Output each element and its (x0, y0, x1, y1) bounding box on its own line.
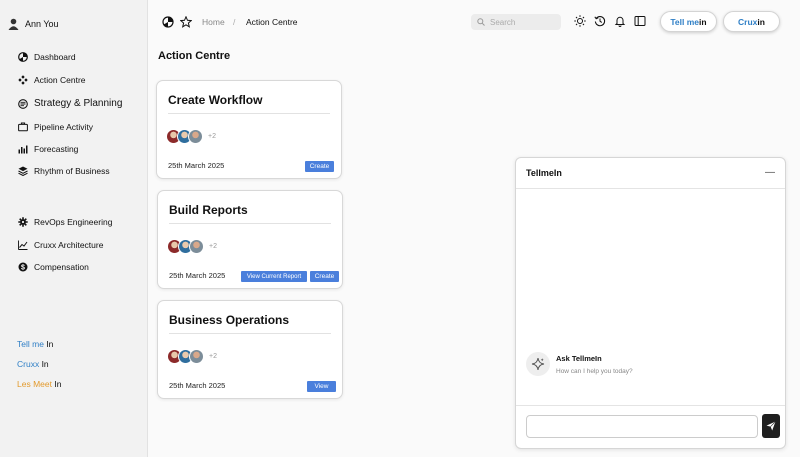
sidebar: Ann You Dashboard Action Centre Strategy… (0, 0, 148, 457)
ask-title: Ask TellmeIn (556, 353, 602, 363)
tellmein-pill-button[interactable]: Tell me in (660, 11, 717, 32)
sidebar-item-label: Dashboard (34, 52, 76, 62)
cruxxin-link[interactable]: Cruxx In (17, 359, 49, 369)
avatar (189, 349, 204, 364)
sidebar-item-label: Strategy & Planning (34, 98, 123, 109)
link-brand: Les Meet (17, 379, 52, 389)
sidebar-item-cruxx-architecture[interactable]: Cruxx Architecture (18, 240, 103, 250)
cruxin-pill-button[interactable]: Crux in (723, 11, 780, 32)
link-brand: Cruxx (17, 359, 40, 369)
send-icon (766, 421, 776, 431)
star-icon[interactable] (180, 16, 192, 28)
breadcrumb-home[interactable]: Home (202, 17, 225, 27)
create-button[interactable]: Create (305, 161, 334, 172)
sidebar-item-label: RevOps Engineering (34, 217, 113, 227)
search-box[interactable] (471, 14, 561, 30)
sidebar-item-label: Compensation (34, 262, 89, 272)
search-icon (477, 18, 485, 26)
ask-subtitle: How can I help you today? (556, 367, 633, 375)
view-current-report-button[interactable]: View Current Report (241, 271, 307, 282)
pill-suffix: in (757, 16, 765, 27)
bell-icon[interactable] (614, 15, 626, 27)
create-button[interactable]: Create (310, 271, 339, 282)
page-title: Action Centre (158, 50, 231, 62)
link-suffix: In (39, 359, 49, 369)
card-build-reports: Build Reports +2 25th March 2025 View Cu… (157, 190, 343, 289)
breadcrumb-current: Action Centre (246, 17, 298, 27)
tellmein-chat-panel: TellmeIn — Ask TellmeIn How can I help y… (515, 157, 786, 449)
avatar-group: +2 (166, 129, 216, 144)
sidebar-item-action-centre[interactable]: Action Centre (18, 75, 86, 85)
sidebar-item-rhythm-of-business[interactable]: Rhythm of Business (18, 166, 110, 176)
avatar (189, 239, 204, 254)
chat-header-divider (516, 188, 785, 189)
sidebar-item-label: Forecasting (34, 144, 79, 154)
theme-toggle-icon[interactable] (162, 16, 174, 28)
link-brand: Tell me (17, 339, 44, 349)
strategy-icon (18, 98, 28, 109)
more-count: +2 (209, 243, 217, 250)
card-date: 25th March 2025 (168, 161, 225, 170)
avatar (8, 18, 19, 30)
user-name: Ann You (25, 19, 59, 29)
sidebar-item-forecasting[interactable]: Forecasting (18, 144, 78, 154)
sidebar-item-dashboard[interactable]: Dashboard (18, 52, 76, 62)
minimize-button[interactable]: — (765, 167, 775, 178)
action-centre-icon (18, 75, 28, 85)
send-button[interactable] (762, 414, 780, 438)
sidebar-item-revops-engineering[interactable]: RevOps Engineering (18, 217, 112, 227)
avatar-group: +2 (167, 239, 217, 254)
tellmein-link[interactable]: Tell me In (17, 339, 53, 349)
card-title: Create Workflow (168, 93, 263, 107)
forecasting-icon (18, 144, 28, 154)
pill-brand: Tell me (670, 16, 700, 27)
link-suffix: In (51, 379, 62, 389)
chat-footer-divider (516, 405, 785, 406)
lesmeetin-link[interactable]: Les Meet In (17, 379, 61, 389)
card-divider (169, 223, 331, 224)
pill-suffix: in (699, 16, 707, 27)
gear-icon (18, 217, 28, 227)
more-count: +2 (209, 353, 217, 360)
search-input[interactable] (490, 17, 556, 27)
sidebar-item-label: Rhythm of Business (34, 166, 110, 176)
link-suffix: In (43, 339, 54, 349)
rhythm-icon (18, 166, 28, 176)
chat-input[interactable] (526, 415, 758, 438)
sidebar-item-label: Cruxx Architecture (34, 240, 104, 250)
card-create-workflow: Create Workflow +2 25th March 2025 Creat… (156, 80, 342, 179)
card-date: 25th March 2025 (169, 381, 226, 390)
user-profile[interactable]: Ann You (8, 18, 59, 30)
chat-title: TellmeIn (526, 168, 562, 178)
breadcrumb-separator: / (233, 17, 236, 27)
view-button[interactable]: View (307, 381, 336, 392)
sidebar-item-label: Pipeline Activity (34, 122, 94, 132)
sidebar-item-strategy-planning[interactable]: Strategy & Planning (18, 98, 122, 109)
ask-prompt: Ask TellmeIn How can I help you today? (526, 352, 633, 376)
dashboard-icon (18, 52, 28, 62)
card-divider (168, 113, 330, 114)
card-title: Build Reports (169, 203, 248, 217)
avatar (188, 129, 203, 144)
card-date: 25th March 2025 (169, 271, 226, 280)
pipeline-icon (18, 122, 28, 132)
avatar-group: +2 (167, 349, 217, 364)
sidebar-item-compensation[interactable]: $ Compensation (18, 262, 89, 272)
card-divider (169, 333, 331, 334)
card-title: Business Operations (169, 313, 290, 327)
sparkle-icon (526, 352, 550, 376)
sidebar-item-pipeline-activity[interactable]: Pipeline Activity (18, 122, 93, 132)
svg-text:$: $ (21, 265, 25, 272)
sun-icon[interactable] (574, 15, 586, 27)
pill-brand: Crux (738, 16, 758, 27)
sidebar-item-label: Action Centre (34, 75, 86, 85)
more-count: +2 (208, 133, 216, 140)
sidebar-toggle-icon[interactable] (634, 15, 646, 27)
compensation-icon: $ (18, 262, 28, 272)
card-business-operations: Business Operations +2 25th March 2025 V… (157, 300, 343, 399)
architecture-icon (18, 240, 28, 250)
history-icon[interactable] (594, 15, 606, 27)
